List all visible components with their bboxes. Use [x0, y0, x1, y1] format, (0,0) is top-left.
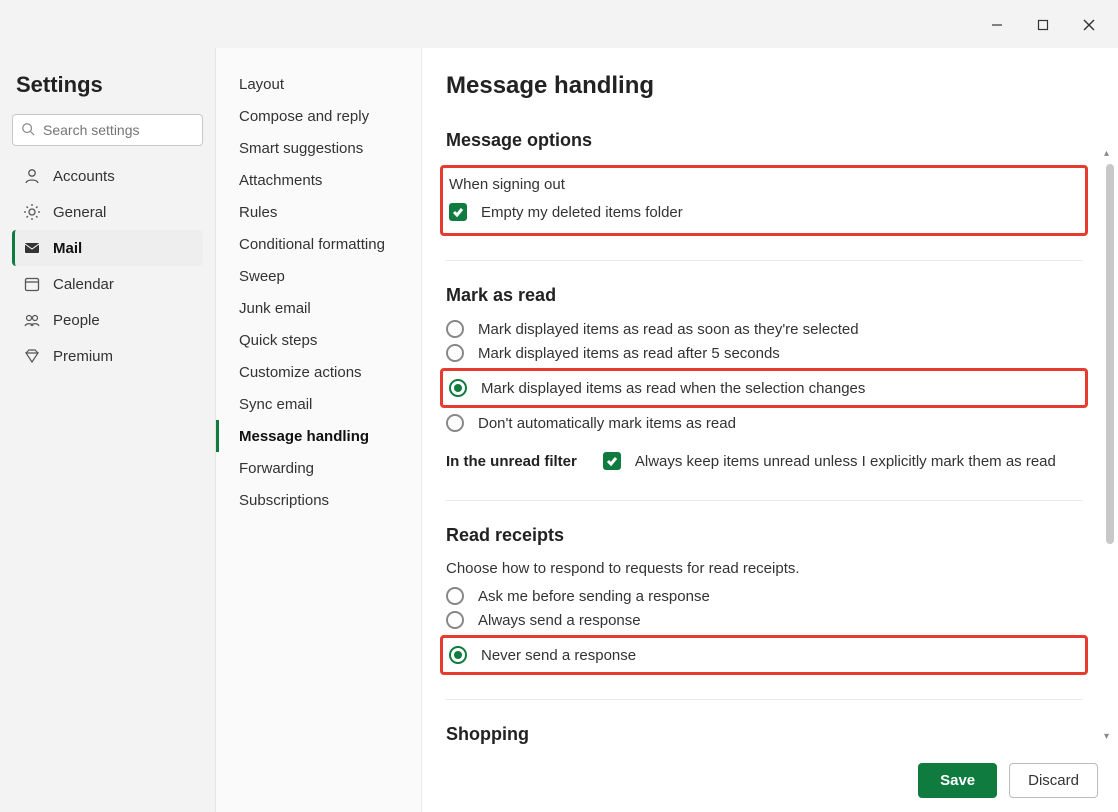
- when-signing-out-label: When signing out: [449, 176, 1077, 193]
- subnav-customize-actions[interactable]: Customize actions: [216, 356, 417, 388]
- subnav-forwarding[interactable]: Forwarding: [216, 452, 417, 484]
- mark-read-option-1[interactable]: Mark displayed items as read after 5 sec…: [446, 344, 1082, 362]
- sidebar-label: General: [53, 204, 106, 221]
- scroll-arrow-up-icon[interactable]: ▴: [1104, 148, 1116, 159]
- checkbox-unread-filter[interactable]: [603, 452, 621, 470]
- section-mark-as-read: Mark as read Mark displayed items as rea…: [446, 285, 1082, 501]
- content-scroll[interactable]: Message handling Message options When si…: [422, 48, 1118, 812]
- subnav-message-handling[interactable]: Message handling: [216, 420, 417, 452]
- section-read-receipts: Read receipts Choose how to respond to r…: [446, 525, 1082, 700]
- sidebar-label: Accounts: [53, 168, 115, 185]
- mail-subnav: Layout Compose and reply Smart suggestio…: [216, 48, 422, 812]
- sidebar-item-accounts[interactable]: Accounts: [12, 158, 203, 194]
- highlight-mark-read-selected: Mark displayed items as read when the se…: [440, 368, 1088, 408]
- mark-read-option-2[interactable]: Mark displayed items as read when the se…: [449, 379, 1077, 397]
- radio-label: Don't automatically mark items as read: [478, 415, 736, 432]
- search-input[interactable]: [12, 114, 203, 146]
- highlight-receipt-selected: Never send a response: [440, 635, 1088, 675]
- footer-actions: Save Discard: [918, 763, 1098, 798]
- sidebar-item-general[interactable]: General: [12, 194, 203, 230]
- radio-label: Mark displayed items as read as soon as …: [478, 321, 859, 338]
- settings-title: Settings: [16, 72, 199, 98]
- sidebar-label: Mail: [53, 240, 82, 257]
- subnav-attachments[interactable]: Attachments: [216, 164, 417, 196]
- section-shopping: Shopping: [446, 724, 1082, 745]
- subnav-quick-steps[interactable]: Quick steps: [216, 324, 417, 356]
- receipt-option-2[interactable]: Never send a response: [449, 646, 1077, 664]
- sidebar-item-mail[interactable]: Mail: [12, 230, 203, 266]
- radio[interactable]: [446, 414, 464, 432]
- main-panel: Message handling Message options When si…: [422, 48, 1118, 812]
- subnav-subscriptions[interactable]: Subscriptions: [216, 484, 417, 516]
- search-container: [12, 114, 203, 146]
- highlight-message-options: When signing out Empty my deleted items …: [440, 165, 1088, 236]
- checkbox-label: Empty my deleted items folder: [481, 204, 683, 221]
- radio[interactable]: [446, 587, 464, 605]
- settings-sidebar: Settings Accounts General Mail Calendar …: [0, 48, 216, 812]
- sidebar-item-people[interactable]: People: [12, 302, 203, 338]
- sidebar-label: People: [53, 312, 100, 329]
- radio[interactable]: [446, 320, 464, 338]
- mail-icon: [23, 239, 41, 257]
- section-title: Read receipts: [446, 525, 1082, 546]
- discard-button[interactable]: Discard: [1009, 763, 1098, 798]
- calendar-icon: [23, 275, 41, 293]
- subnav-conditional-formatting[interactable]: Conditional formatting: [216, 228, 417, 260]
- person-icon: [23, 167, 41, 185]
- radio-label: Ask me before sending a response: [478, 588, 710, 605]
- subnav-rules[interactable]: Rules: [216, 196, 417, 228]
- section-title: Mark as read: [446, 285, 1082, 306]
- section-message-options: Message options When signing out Empty m…: [446, 130, 1082, 261]
- scrollbar-thumb[interactable]: [1106, 164, 1114, 544]
- people-icon: [23, 311, 41, 329]
- subnav-sync-email[interactable]: Sync email: [216, 388, 417, 420]
- radio[interactable]: [446, 611, 464, 629]
- scroll-arrow-down-icon[interactable]: ▾: [1104, 731, 1116, 742]
- radio[interactable]: [446, 344, 464, 362]
- gear-icon: [23, 203, 41, 221]
- page-title: Message handling: [446, 72, 1082, 100]
- save-button[interactable]: Save: [918, 763, 997, 798]
- section-title: Shopping: [446, 724, 1082, 745]
- section-title: Message options: [446, 130, 1082, 151]
- sidebar-item-premium[interactable]: Premium: [12, 338, 203, 374]
- read-receipts-desc: Choose how to respond to requests for re…: [446, 560, 1082, 577]
- radio-label: Always send a response: [478, 612, 641, 629]
- close-button[interactable]: [1066, 10, 1112, 40]
- receipt-option-0[interactable]: Ask me before sending a response: [446, 587, 1082, 605]
- radio-label: Never send a response: [481, 647, 636, 664]
- subnav-layout[interactable]: Layout: [216, 68, 417, 100]
- checkbox-empty-deleted[interactable]: [449, 203, 467, 221]
- sidebar-label: Premium: [53, 348, 113, 365]
- window-titlebar: [0, 0, 1118, 48]
- empty-deleted-row[interactable]: Empty my deleted items folder: [449, 203, 1077, 221]
- receipt-option-1[interactable]: Always send a response: [446, 611, 1082, 629]
- subnav-sweep[interactable]: Sweep: [216, 260, 417, 292]
- radio-label: Mark displayed items as read when the se…: [481, 380, 865, 397]
- sidebar-item-calendar[interactable]: Calendar: [12, 266, 203, 302]
- radio-label: Mark displayed items as read after 5 sec…: [478, 345, 780, 362]
- search-icon: [21, 122, 35, 136]
- maximize-button[interactable]: [1020, 10, 1066, 40]
- unread-filter-row[interactable]: In the unread filter Always keep items u…: [446, 452, 1082, 470]
- sidebar-label: Calendar: [53, 276, 114, 293]
- subnav-smart-suggestions[interactable]: Smart suggestions: [216, 132, 417, 164]
- mark-read-option-0[interactable]: Mark displayed items as read as soon as …: [446, 320, 1082, 338]
- diamond-icon: [23, 347, 41, 365]
- unread-filter-checkbox-label: Always keep items unread unless I explic…: [635, 453, 1056, 470]
- subnav-junk-email[interactable]: Junk email: [216, 292, 417, 324]
- unread-filter-heading: In the unread filter: [446, 453, 577, 470]
- minimize-button[interactable]: [974, 10, 1020, 40]
- radio-selected[interactable]: [449, 646, 467, 664]
- radio-selected[interactable]: [449, 379, 467, 397]
- subnav-compose-reply[interactable]: Compose and reply: [216, 100, 417, 132]
- mark-read-option-3[interactable]: Don't automatically mark items as read: [446, 414, 1082, 432]
